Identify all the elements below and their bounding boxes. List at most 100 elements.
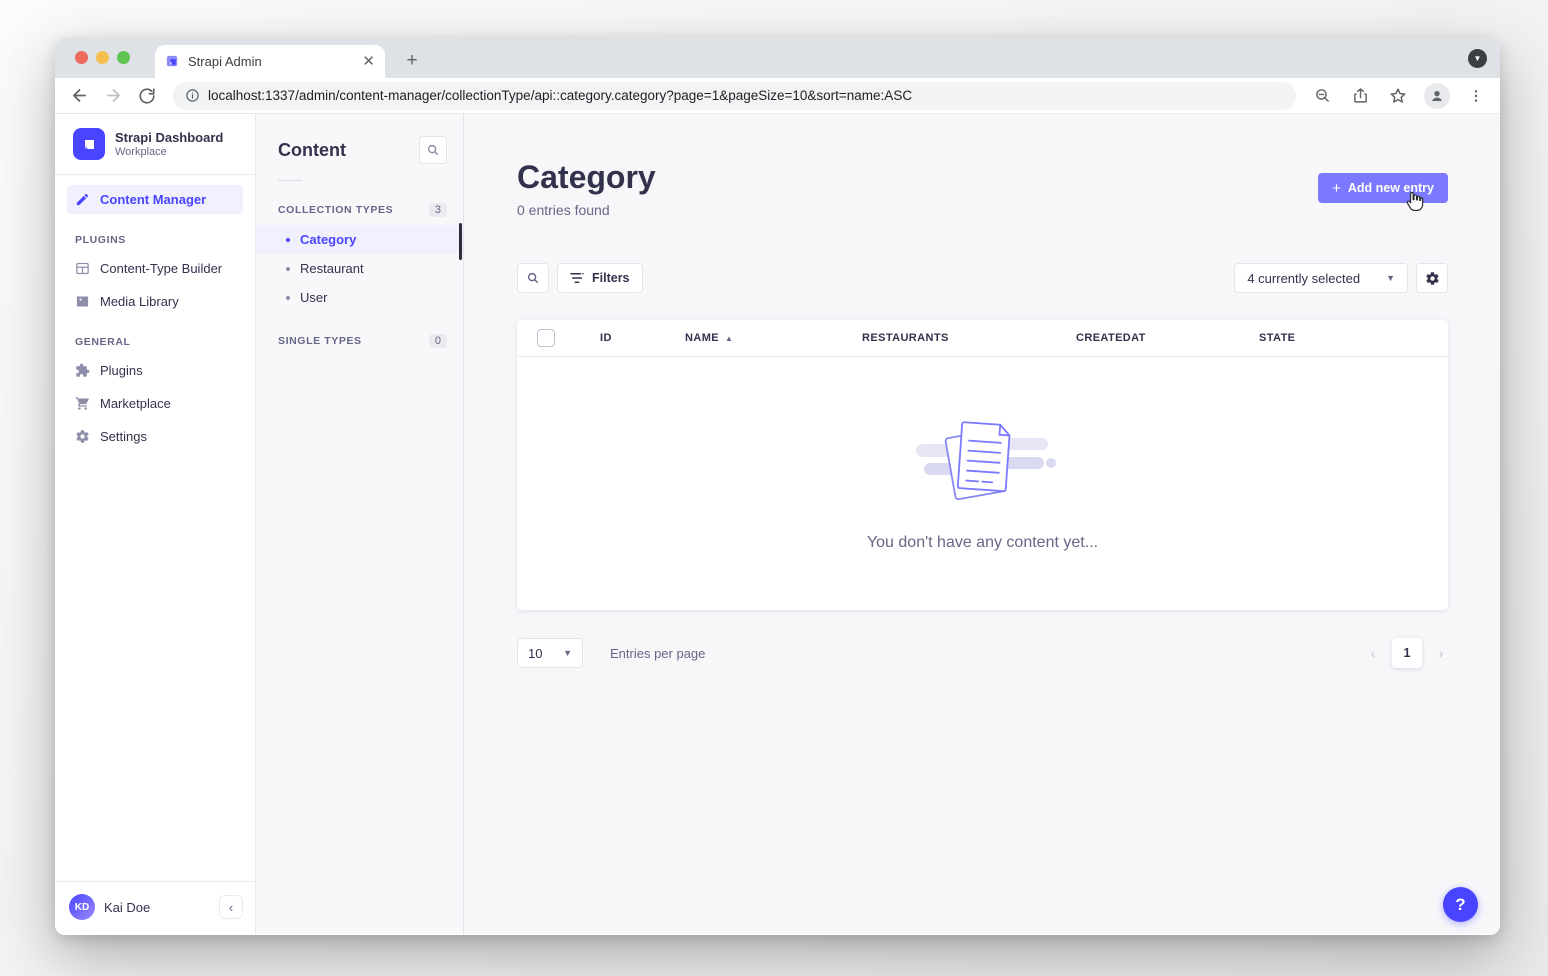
strapi-logo xyxy=(73,128,105,160)
subnav-title: Content xyxy=(278,140,346,161)
browser-tab[interactable]: Strapi Admin ✕ xyxy=(155,45,385,78)
pen-icon xyxy=(75,192,90,207)
main-sidebar: Strapi Dashboard Workplace Content Manag… xyxy=(55,114,256,934)
sidebar-section-plugins: PLUGINS xyxy=(67,218,243,254)
url-bar[interactable]: localhost:1337/admin/content-manager/col… xyxy=(173,82,1296,110)
pagination: ‹ 1 › xyxy=(1366,638,1448,668)
sidebar-item-label: Settings xyxy=(100,429,147,444)
browser-menu-icon[interactable] xyxy=(1464,84,1488,108)
sidebar-footer: KD Kai Doe ‹ xyxy=(55,881,255,934)
main-content: Category 0 entries found + Add new entry… xyxy=(464,114,1500,934)
content-subnav: Content COLLECTION TYPES 3 Category Rest… xyxy=(256,114,464,934)
collection-types-label: COLLECTION TYPES xyxy=(278,204,393,216)
collapse-sidebar-button[interactable]: ‹ xyxy=(219,895,243,919)
subnav-search-button[interactable] xyxy=(419,136,447,164)
maximize-window-button[interactable] xyxy=(117,51,130,64)
page-number[interactable]: 1 xyxy=(1392,638,1422,668)
page-size-select[interactable]: 10 ▼ xyxy=(517,638,583,668)
share-icon[interactable] xyxy=(1348,84,1372,108)
chevron-down-icon: ▼ xyxy=(1386,273,1395,283)
collection-types-count: 3 xyxy=(429,203,447,217)
entries-table: ID NAME ▲ RESTAURANTS CREATEDAT STATE xyxy=(517,320,1448,610)
empty-state-message: You don't have any content yet... xyxy=(867,534,1098,552)
bookmark-star-icon[interactable] xyxy=(1386,84,1410,108)
column-header-restaurants[interactable]: RESTAURANTS xyxy=(862,332,1076,344)
tab-close-icon[interactable]: ✕ xyxy=(362,54,375,69)
subnav-item-restaurant[interactable]: Restaurant xyxy=(256,254,463,283)
subnav-item-label: Restaurant xyxy=(300,261,364,276)
subnav-item-label: User xyxy=(300,290,327,305)
filter-icon xyxy=(570,272,584,284)
browser-profile-avatar[interactable] xyxy=(1424,83,1450,109)
column-header-state[interactable]: STATE xyxy=(1259,332,1428,344)
add-new-entry-button[interactable]: + Add new entry xyxy=(1318,173,1448,203)
brand-name: Strapi Dashboard xyxy=(115,130,223,146)
back-icon[interactable] xyxy=(67,84,91,108)
site-info-icon[interactable] xyxy=(185,88,200,103)
table-header-row: ID NAME ▲ RESTAURANTS CREATEDAT STATE xyxy=(517,320,1448,357)
sidebar-item-settings[interactable]: Settings xyxy=(67,422,243,451)
sidebar-item-marketplace[interactable]: Marketplace xyxy=(67,389,243,418)
next-page-icon[interactable]: › xyxy=(1434,645,1448,661)
gear-icon xyxy=(75,429,90,444)
previous-page-icon[interactable]: ‹ xyxy=(1366,645,1380,661)
subnav-item-user[interactable]: User xyxy=(256,283,463,312)
toolbar-right-icons xyxy=(1310,83,1488,109)
sidebar-item-label: Content-Type Builder xyxy=(100,261,222,276)
tab-title: Strapi Admin xyxy=(188,54,354,69)
strapi-admin-app: Strapi Dashboard Workplace Content Manag… xyxy=(55,114,1500,934)
url-text: localhost:1337/admin/content-manager/col… xyxy=(208,88,912,103)
browser-tab-strip: Strapi Admin ✕ + ▼ xyxy=(55,38,1500,78)
sidebar-item-label: Plugins xyxy=(100,363,143,378)
recording-indicator-icon[interactable]: ▼ xyxy=(1468,49,1487,68)
strapi-favicon xyxy=(165,54,180,69)
column-header-name[interactable]: NAME xyxy=(685,332,719,344)
bullet-icon xyxy=(286,296,290,300)
chevron-down-icon: ▼ xyxy=(563,648,572,658)
filters-button[interactable]: Filters xyxy=(557,263,643,293)
subnav-item-category[interactable]: Category xyxy=(256,225,463,254)
sidebar-section-general: GENERAL xyxy=(67,320,243,356)
sidebar-item-label: Marketplace xyxy=(100,396,171,411)
minimize-window-button[interactable] xyxy=(96,51,109,64)
page-size-value: 10 xyxy=(528,646,542,661)
sidebar-item-label: Content Manager xyxy=(100,192,206,207)
sidebar-item-plugins[interactable]: Plugins xyxy=(67,356,243,385)
user-avatar[interactable]: KD xyxy=(69,894,95,920)
column-header-id[interactable]: ID xyxy=(600,332,685,344)
sort-ascending-icon[interactable]: ▲ xyxy=(725,334,733,343)
sidebar-item-media-library[interactable]: Media Library xyxy=(67,287,243,316)
cart-icon xyxy=(75,396,90,411)
zoom-icon[interactable] xyxy=(1310,84,1334,108)
plus-icon: + xyxy=(1332,180,1341,197)
user-name: Kai Doe xyxy=(104,900,210,915)
subnav-divider xyxy=(278,180,302,181)
page-title: Category xyxy=(517,160,656,195)
subnav-item-label: Category xyxy=(300,232,356,247)
single-types-count: 0 xyxy=(429,334,447,348)
column-header-createdat[interactable]: CREATEDAT xyxy=(1076,332,1259,344)
browser-toolbar: localhost:1337/admin/content-manager/col… xyxy=(55,78,1500,114)
subnav-scrollbar-thumb[interactable] xyxy=(459,223,462,260)
view-settings-button[interactable] xyxy=(1416,263,1448,293)
new-tab-button[interactable]: + xyxy=(399,48,425,74)
traffic-lights xyxy=(75,51,130,64)
browser-window: Strapi Admin ✕ + ▼ localhost:1337/admin/… xyxy=(55,38,1500,935)
image-icon xyxy=(75,294,90,309)
sidebar-item-content-type-builder[interactable]: Content-Type Builder xyxy=(67,254,243,283)
entries-count: 0 entries found xyxy=(517,202,656,218)
select-all-checkbox[interactable] xyxy=(537,329,555,347)
brand-block[interactable]: Strapi Dashboard Workplace xyxy=(55,114,255,175)
sidebar-item-content-manager[interactable]: Content Manager xyxy=(67,185,243,214)
bullet-icon xyxy=(286,267,290,271)
close-window-button[interactable] xyxy=(75,51,88,64)
bullet-icon xyxy=(286,238,290,242)
search-button[interactable] xyxy=(517,263,549,293)
help-button[interactable]: ? xyxy=(1443,887,1478,922)
fields-select-value: 4 currently selected xyxy=(1247,271,1360,286)
reload-icon[interactable] xyxy=(135,84,159,108)
forward-icon[interactable] xyxy=(101,84,125,108)
empty-content-illustration xyxy=(910,416,1056,508)
entries-per-page-label: Entries per page xyxy=(610,646,705,661)
fields-select[interactable]: 4 currently selected ▼ xyxy=(1234,263,1408,293)
